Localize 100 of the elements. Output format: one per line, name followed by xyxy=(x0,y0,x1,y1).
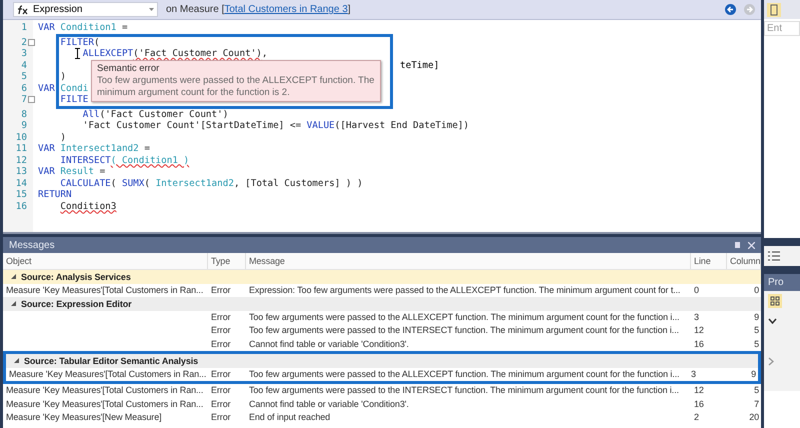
table-cell-text: Measure 'Key Measures'[New Measure] xyxy=(5,411,162,424)
code-keyword: FILTE xyxy=(60,94,88,105)
code-keyword: CALCULATE xyxy=(60,178,111,188)
table-cell-text: 9 xyxy=(753,310,760,324)
code-text: 'Fact Customer Count'[StartDateTime] <= xyxy=(82,120,302,131)
code-text: = xyxy=(144,143,150,154)
group-row[interactable]: Source: Analysis Services xyxy=(3,270,761,284)
panel-title: Pro xyxy=(764,266,800,291)
table-cell-text: Error xyxy=(210,284,232,296)
column-header[interactable]: Message xyxy=(246,253,691,269)
table-cell-text: 0 xyxy=(753,284,760,296)
table-cell-text: Too few arguments were passed to the INTERSECT function. The minimum argument count for the function i... xyxy=(248,384,680,397)
code-keyword: VAR xyxy=(38,143,56,154)
code-variable: Condition1 xyxy=(60,22,116,33)
table-cell-text: Error xyxy=(210,398,232,410)
fold-icon[interactable] xyxy=(28,96,35,103)
line-number: 11 xyxy=(16,143,27,154)
group-row[interactable]: Source: Tabular Editor Semantic Analysis xyxy=(6,354,758,368)
line-number: 15 xyxy=(16,189,27,200)
chevron-down-icon[interactable] xyxy=(768,318,777,324)
table-cell-text: Error xyxy=(210,411,232,424)
code-keyword: VAR xyxy=(38,82,56,94)
measure-link[interactable]: Total Customers in Range 3 xyxy=(224,4,348,15)
property-dropdown[interactable]: Expression xyxy=(13,2,158,17)
table-cell-text: Measure 'Key Measures'[Total Customers in Ran... xyxy=(8,368,208,381)
code-text: ) xyxy=(60,132,66,142)
table-cell-text: 5 xyxy=(753,384,760,397)
code-text: ([Harvest End DateTime]) xyxy=(334,120,470,131)
line-number: 14 xyxy=(16,178,27,188)
line-number: 9 xyxy=(21,120,27,131)
table-cell-text: 3 xyxy=(693,310,700,324)
code-text: ('Fact Customer Count') xyxy=(100,108,228,120)
group-title: Source: Expression Editor xyxy=(21,298,132,309)
expander-icon[interactable] xyxy=(11,274,16,280)
table-cell-text: Cannot find table or variable 'Condition3'. xyxy=(248,338,410,350)
code-text: teTime] xyxy=(400,60,440,71)
table-cell-text: Expression: Too few arguments were passed to the ALLEXCEPT function. The minimum argument count for t... xyxy=(248,284,682,297)
back-icon[interactable] xyxy=(725,4,736,15)
tooltip-title: Semantic error xyxy=(97,63,160,74)
code-keyword: FILTER xyxy=(60,36,94,48)
list-icon[interactable] xyxy=(768,251,780,261)
line-number: 16 xyxy=(16,200,27,212)
table-cell-text: Too few arguments were passed to the ALLEXCEPT function. The minimum argument count for the function i... xyxy=(248,368,680,381)
panel-title: Messages xyxy=(9,240,56,250)
group-row[interactable]: Source: Expression Editor xyxy=(3,297,761,310)
line-number: 3 xyxy=(21,48,27,59)
table-cell-text: 16 xyxy=(693,398,705,410)
line-number: 4 xyxy=(21,60,27,70)
tooltip-message: Too few arguments were passed to the ALLEXCEPT function. The minimum argument count for the function is 2. xyxy=(97,75,375,98)
code-text: , xyxy=(262,48,268,59)
code-keyword: SUMX xyxy=(122,178,144,188)
code-text: = xyxy=(100,166,106,177)
bracket-text: ] xyxy=(348,4,351,15)
group-title: Source: Tabular Editor Semantic Analysis xyxy=(24,356,198,366)
code-text: ( xyxy=(94,36,100,48)
line-number: 5 xyxy=(21,71,27,82)
line-number: 7 xyxy=(21,94,27,105)
code-text: ) xyxy=(60,71,66,82)
table-cell-text: 12 xyxy=(693,324,705,337)
column-header[interactable]: Type xyxy=(208,253,246,269)
column-header[interactable]: Line xyxy=(691,253,727,269)
column-header[interactable]: Column xyxy=(727,253,761,269)
table-cell-text: Too few arguments were passed to the INTERSECT function. The minimum argument count for the function i... xyxy=(248,324,680,337)
table-cell-text: 2 xyxy=(693,411,700,424)
line-number: 12 xyxy=(16,154,27,166)
table-cell-text: Error xyxy=(210,368,232,380)
table-cell-text: 5 xyxy=(753,324,760,337)
expander-icon[interactable] xyxy=(11,301,16,306)
toolbar-button[interactable] xyxy=(767,2,781,16)
code-text: = xyxy=(122,22,128,33)
table-cell-text: 3 xyxy=(690,368,697,380)
table-cell-text: 5 xyxy=(753,338,760,350)
code-variable: Result xyxy=(60,166,94,177)
line-number: 10 xyxy=(16,132,27,142)
function-icon xyxy=(17,4,29,14)
code-keyword: ALLEXCEPT xyxy=(82,48,134,59)
code-text: ( xyxy=(110,178,118,188)
code-keyword: INTERSECT xyxy=(60,154,111,166)
table-cell-text: 16 xyxy=(693,338,705,350)
fold-icon[interactable] xyxy=(28,38,35,46)
table-cell-text: Measure 'Key Measures'[Total Customers in Ran... xyxy=(5,384,204,397)
close-icon[interactable] xyxy=(748,242,755,248)
expander-icon[interactable] xyxy=(14,358,19,364)
column-header[interactable]: Object xyxy=(3,253,208,269)
chevron-right-icon[interactable] xyxy=(768,356,774,366)
table-cell-text: Measure 'Key Measures'[Total Customers in Ran... xyxy=(5,398,204,411)
table-cell-text: Cannot find table or variable 'Condition3'. xyxy=(248,398,410,410)
table-cell-text: 7 xyxy=(753,398,760,410)
text-cursor-icon xyxy=(75,48,80,59)
table-cell-text: Error xyxy=(210,384,232,397)
table-cell-text: 9 xyxy=(750,368,757,380)
table-cell-text: Too few arguments were passed to the ALLEXCEPT function. The minimum argument count for the function i... xyxy=(248,310,680,324)
grid-icon[interactable] xyxy=(768,294,782,308)
table-cell-text: Measure 'Key Measures'[Total Customers in Ran... xyxy=(5,284,204,297)
table-cell-text: Error xyxy=(210,310,232,324)
table-cell-text: Error xyxy=(210,324,232,337)
line-number: 13 xyxy=(16,166,27,177)
dropdown-value: Expression xyxy=(33,4,82,15)
code-keyword: All xyxy=(82,108,100,120)
code-keyword: VAR xyxy=(38,166,56,177)
